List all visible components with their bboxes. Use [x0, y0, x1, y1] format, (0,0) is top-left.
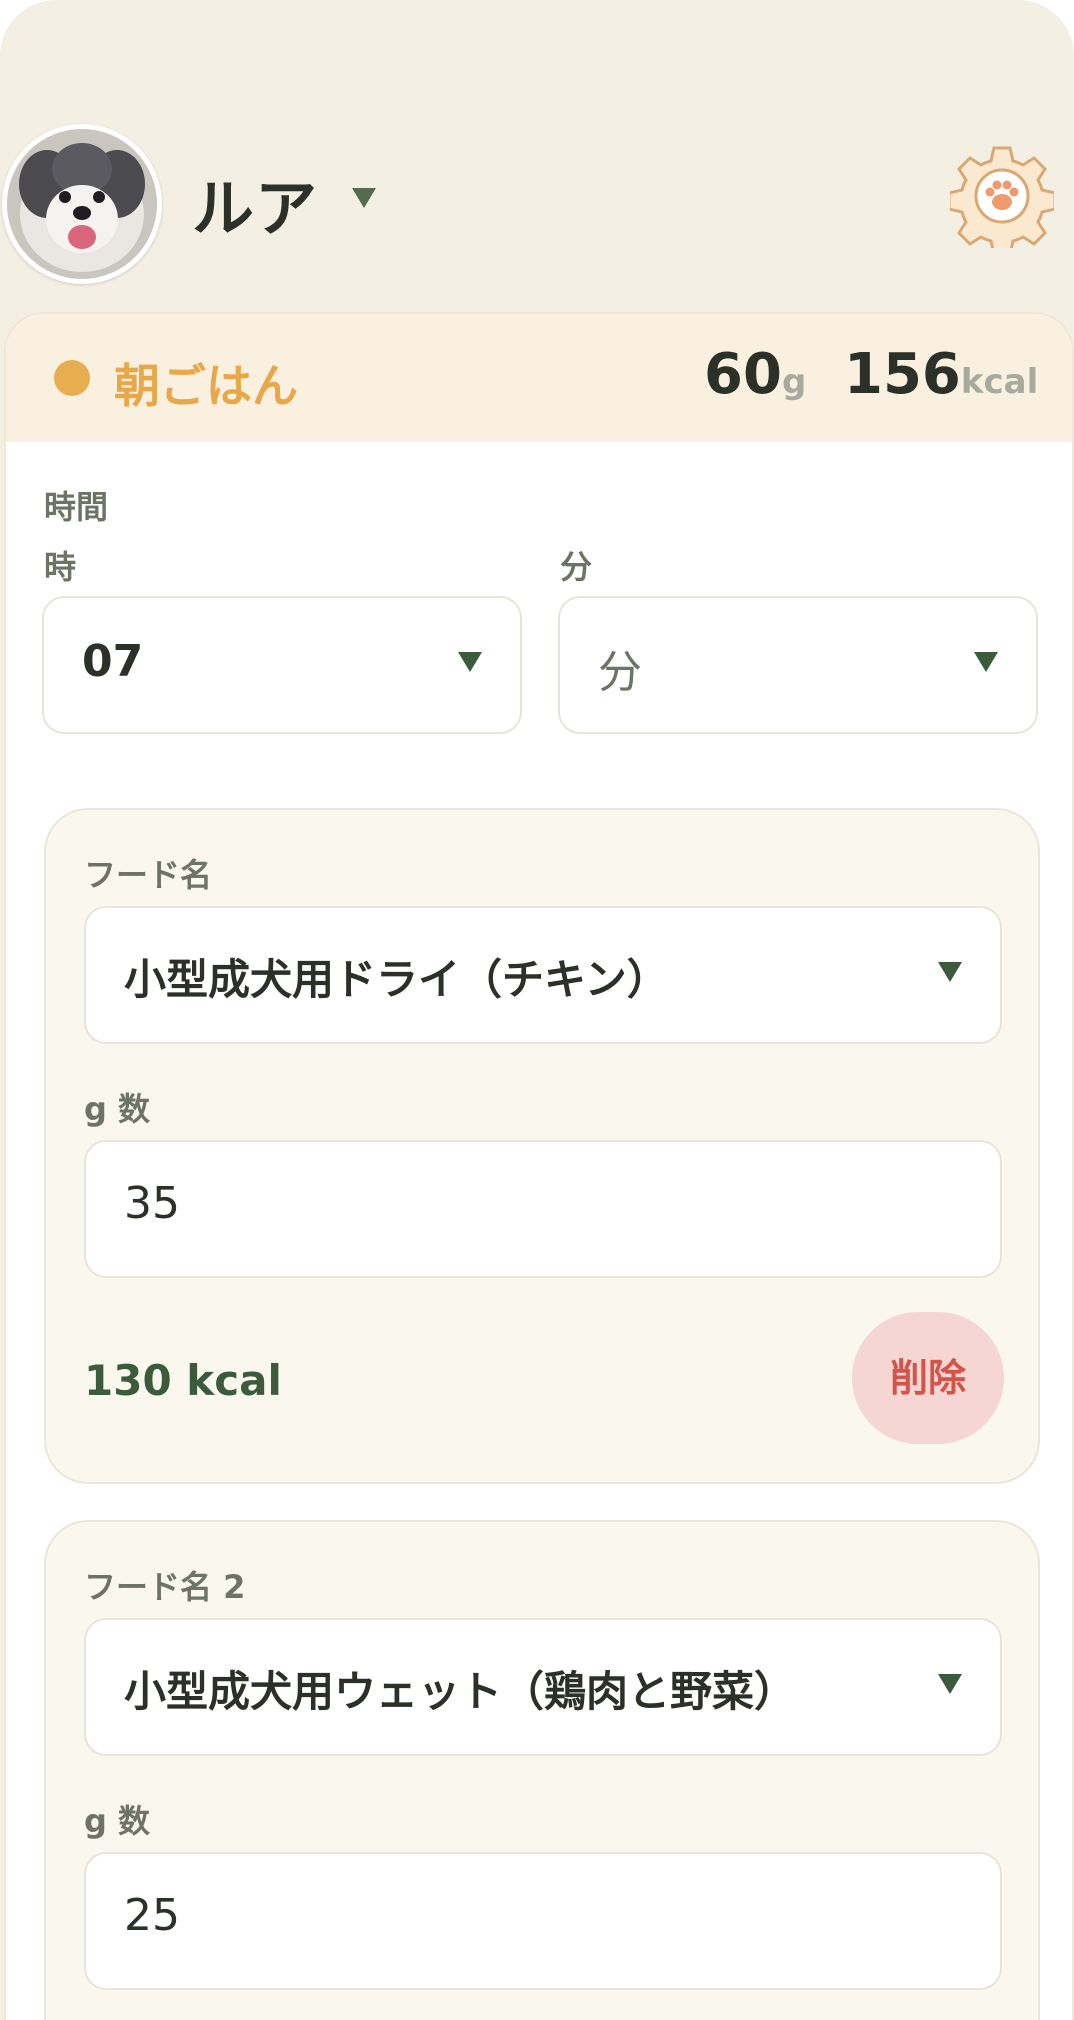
meal-kcal-unit: kcal: [960, 362, 1039, 402]
dog-photo: [7, 129, 157, 279]
food-item: フード名 小型成犬用ドライ（チキン） g 数 35 130 kcal 削除: [44, 808, 1040, 1484]
chevron-down-icon: [456, 650, 484, 678]
meal-grams-unit: g: [781, 362, 807, 402]
settings-gear-icon[interactable]: [947, 144, 1057, 256]
avatar[interactable]: [2, 124, 162, 284]
food-kcal: 130 kcal: [84, 1356, 282, 1405]
minute-select-placeholder: 分: [598, 647, 642, 698]
food-name-label: フード名 2: [84, 1568, 246, 1606]
grams-input-value: 35: [124, 1178, 180, 1229]
meal-indicator-dot: [54, 360, 90, 396]
chevron-down-icon[interactable]: [350, 186, 378, 214]
chevron-down-icon: [972, 650, 1000, 678]
grams-input-value: 25: [124, 1890, 180, 1941]
grams-label: g 数: [84, 1090, 151, 1128]
pet-name[interactable]: ルア: [192, 158, 318, 248]
meal-title: 朝ごはん: [114, 359, 298, 413]
meal-card: 朝ごはん 60g 156kcal 時間 時 分 07 分 フード名 小型成犬用ド…: [4, 312, 1074, 2020]
header: ルア: [0, 0, 1074, 320]
chevron-down-icon: [936, 1672, 964, 1700]
hour-select[interactable]: 07: [42, 596, 522, 734]
meal-total-grams: 60g: [704, 342, 806, 407]
food-name-label: フード名: [84, 856, 213, 894]
food-name-select[interactable]: 小型成犬用ウェット（鶏肉と野菜）: [84, 1618, 1002, 1756]
minute-select[interactable]: 分: [558, 596, 1038, 734]
chevron-down-icon: [936, 960, 964, 988]
food-name-value: 小型成犬用ウェット（鶏肉と野菜）: [124, 1667, 797, 1716]
food-name-select[interactable]: 小型成犬用ドライ（チキン）: [84, 906, 1002, 1044]
app-screen: ルア 朝ごはん 60g 156kcal 時間 時 分 07 分 フード名 小型成…: [0, 0, 1074, 2020]
meal-header[interactable]: 朝ごはん 60g 156kcal: [6, 314, 1072, 442]
grams-label: g 数: [84, 1802, 151, 1840]
hour-label: 時: [44, 548, 77, 586]
grams-input[interactable]: 35: [84, 1140, 1002, 1278]
time-section-label: 時間: [44, 488, 109, 526]
food-name-value: 小型成犬用ドライ（チキン）: [124, 955, 669, 1004]
delete-button[interactable]: 削除: [852, 1312, 1004, 1444]
meal-kcal-value: 156: [844, 342, 961, 407]
minute-label: 分: [560, 548, 593, 586]
grams-input[interactable]: 25: [84, 1852, 1002, 1990]
meal-total-kcal: 156kcal: [844, 342, 1038, 407]
meal-grams-value: 60: [704, 342, 782, 407]
food-item: フード名 2 小型成犬用ウェット（鶏肉と野菜） g 数 25: [44, 1520, 1040, 2020]
hour-select-value: 07: [82, 636, 144, 687]
